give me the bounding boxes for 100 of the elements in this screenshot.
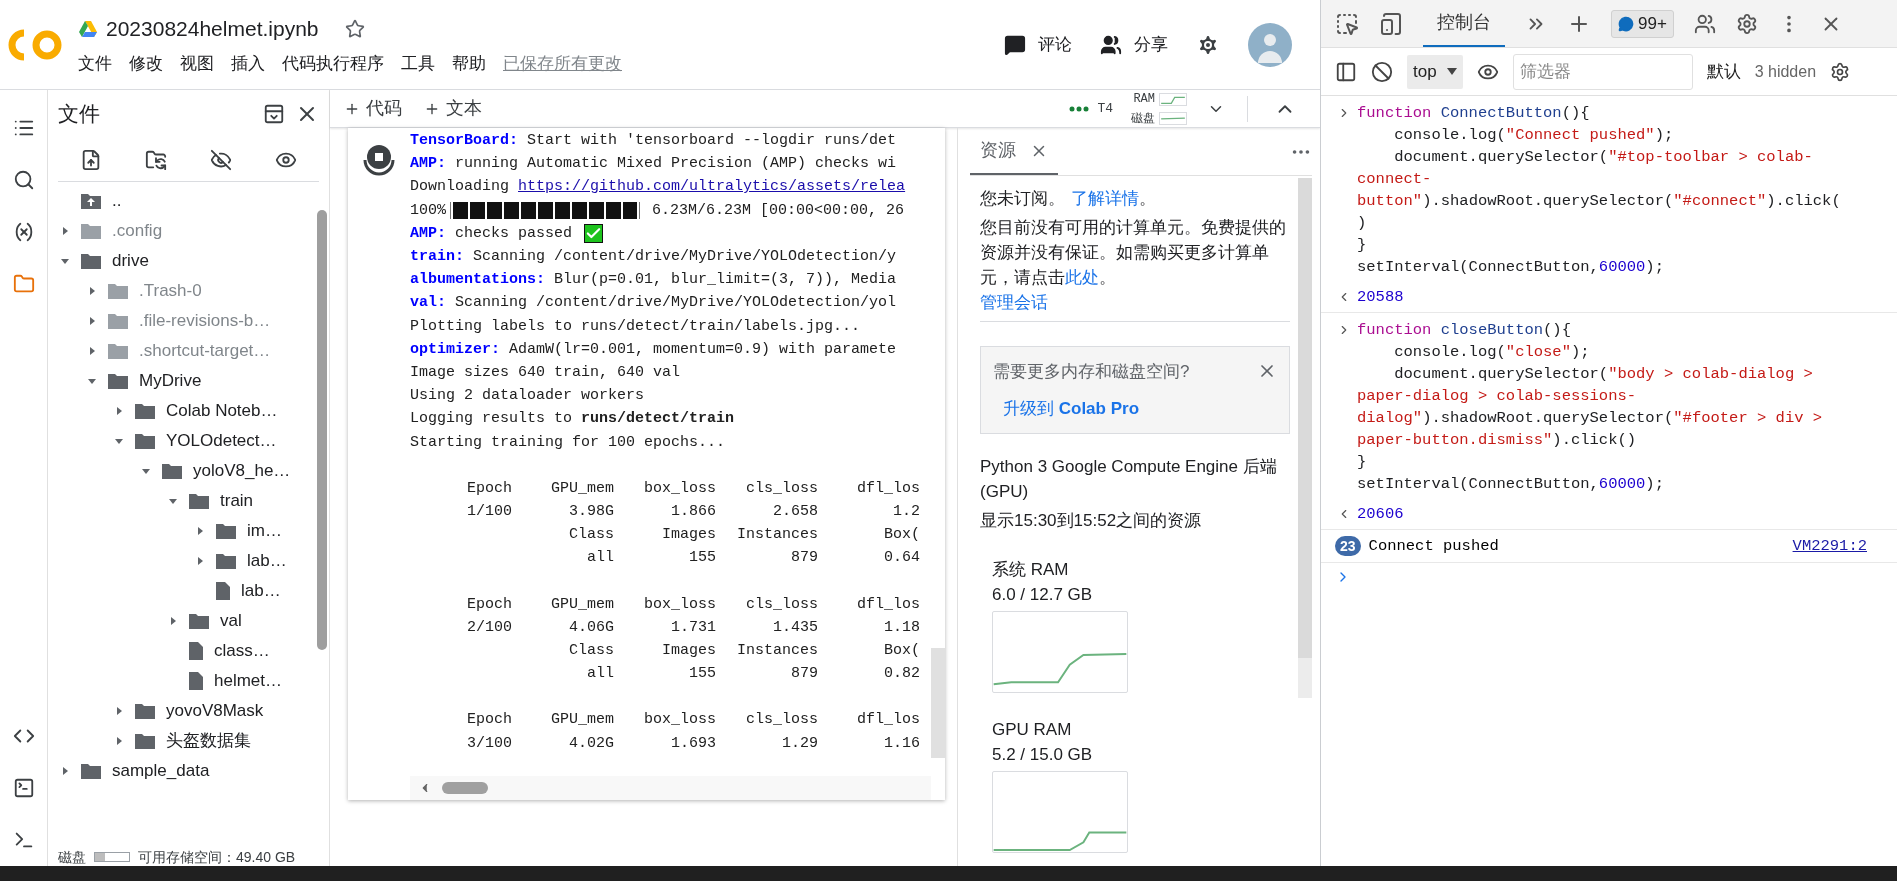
- add-code-button[interactable]: 代码: [344, 95, 402, 122]
- search-icon[interactable]: [12, 169, 35, 191]
- collapse-caret-icon[interactable]: [114, 436, 124, 446]
- file-tree-item[interactable]: drive: [112, 248, 149, 274]
- file-tree-item[interactable]: im…: [247, 518, 282, 544]
- inspect-icon[interactable]: [1335, 11, 1359, 36]
- vertical-scrollbar-thumb[interactable]: [931, 648, 945, 758]
- check-mark-icon: [584, 223, 604, 243]
- file-tree-item[interactable]: .config: [112, 218, 163, 244]
- save-status-link[interactable]: 已保存所有更改: [503, 50, 622, 76]
- share-button[interactable]: 分享: [1100, 31, 1168, 58]
- table-cell-text: all: [586, 664, 614, 685]
- expand-caret-icon[interactable]: [195, 526, 205, 536]
- here-link[interactable]: 此处: [1065, 268, 1099, 287]
- star-icon[interactable]: [344, 18, 365, 39]
- collapse-caret-icon[interactable]: [168, 496, 178, 506]
- learn-more-link[interactable]: 了解详情: [1071, 189, 1139, 208]
- file-tree-item[interactable]: yovoV8Mask: [166, 698, 264, 724]
- add-text-button[interactable]: 文本: [424, 95, 482, 122]
- repeat-count-badge: 23: [1335, 536, 1361, 556]
- upgrade-link[interactable]: 升级到 Colab Pro: [1003, 396, 1140, 421]
- issues-badge[interactable]: 99+: [1611, 9, 1674, 38]
- scrollbar-thumb[interactable]: [317, 210, 327, 650]
- file-tree-item[interactable]: .Trash-0: [139, 278, 202, 304]
- file-tree-item[interactable]: Colab Noteb…: [166, 398, 278, 424]
- message-icon: [1618, 15, 1634, 32]
- menu-item[interactable]: 修改: [129, 50, 163, 76]
- clear-console-icon[interactable]: [1371, 60, 1393, 83]
- download-link[interactable]: https://github.com/ultralytics/assets/relea: [518, 175, 906, 199]
- table-cell-text: cls_loss: [745, 594, 818, 615]
- manage-sessions-link[interactable]: 管理会话: [980, 290, 1290, 322]
- table-cell-text: 1.2: [892, 502, 920, 523]
- output-line: 100%: [410, 200, 446, 221]
- menu-item[interactable]: 代码执行程序: [282, 50, 384, 76]
- folder-icon: [80, 762, 102, 780]
- file-tree-item[interactable]: lab…: [247, 548, 287, 574]
- file-tree-item[interactable]: lab…: [241, 578, 281, 604]
- collapse-caret-icon[interactable]: [141, 466, 151, 476]
- file-tree-item[interactable]: sample_data: [112, 758, 210, 784]
- menu-item[interactable]: 帮助: [452, 50, 486, 76]
- menu-item[interactable]: 工具: [401, 50, 435, 76]
- source-link[interactable]: VM2291:2: [1792, 535, 1867, 557]
- collapse-caret-icon[interactable]: [60, 256, 70, 266]
- table-cell-text: Box(: [883, 525, 920, 546]
- settings-icon[interactable]: [1735, 12, 1758, 35]
- output-line: AMP: checks passed: [410, 223, 573, 244]
- expand-caret-icon[interactable]: [87, 286, 97, 296]
- file-tree-item[interactable]: yoloV8_he…: [193, 458, 291, 484]
- menu-item[interactable]: 文件: [78, 50, 112, 76]
- settings-icon[interactable]: [1830, 61, 1851, 82]
- file-tree-item[interactable]: MyDrive: [139, 368, 202, 394]
- table-cell-text: Epoch: [466, 594, 512, 615]
- file-tree-item[interactable]: class…: [214, 638, 270, 664]
- file-tree-item[interactable]: val: [220, 608, 242, 634]
- folder-icon: [215, 522, 237, 540]
- expand-caret-icon[interactable]: [114, 736, 124, 746]
- file-tree-item[interactable]: helmet…: [214, 668, 283, 694]
- subscription-text: 您未订阅。 了解详情。: [980, 188, 1157, 210]
- output-line: optimizer: AdamW(lr=0.001, momentum=0.9) with paramete: [410, 339, 898, 360]
- file-tree-item[interactable]: 头盔数据集: [166, 728, 251, 754]
- table-cell-text: 1.866: [670, 502, 716, 523]
- device-toolbar-icon[interactable]: [1379, 11, 1403, 36]
- horizontal-scrollbar-thumb[interactable]: [442, 782, 488, 794]
- file-tree-item[interactable]: ..: [112, 188, 122, 214]
- file-tree-item[interactable]: .shortcut-target…: [139, 338, 271, 364]
- menu-item[interactable]: 视图: [180, 50, 214, 76]
- expand-caret-icon[interactable]: [168, 616, 178, 626]
- refresh-folder-icon[interactable]: [144, 148, 167, 171]
- notebook-title[interactable]: 20230824helmet.ipynb: [106, 13, 319, 45]
- context-dropdown[interactable]: top: [1407, 54, 1463, 89]
- table-cell-text: Images: [661, 525, 716, 546]
- comment-button[interactable]: 评论: [1004, 31, 1072, 58]
- folder-icon: [107, 342, 129, 360]
- resources-tab[interactable]: 资源: [970, 128, 1058, 175]
- console-tab[interactable]: 控制台: [1423, 0, 1505, 47]
- expand-caret-icon[interactable]: [87, 316, 97, 326]
- expand-caret-icon[interactable]: [60, 766, 70, 776]
- expand-caret-icon[interactable]: [114, 706, 124, 716]
- file-tree-item[interactable]: .file-revisions-b…: [139, 308, 271, 334]
- file-tree-item[interactable]: YOLOdetect…: [166, 428, 277, 454]
- table-cell-text: box_loss: [643, 594, 716, 615]
- new-window-icon[interactable]: [263, 103, 285, 125]
- code-line: document.querySelector("#top-toolbar > colab-: [1393, 147, 1814, 168]
- feedback-icon[interactable]: [1693, 12, 1716, 35]
- sidebar-toggle-icon[interactable]: [1335, 60, 1357, 83]
- collapse-caret-icon[interactable]: [87, 376, 97, 386]
- expand-caret-icon[interactable]: [114, 406, 124, 416]
- file-tree-item[interactable]: train: [220, 488, 254, 514]
- expand-caret-icon[interactable]: [60, 226, 70, 236]
- table-cell-text: 155: [688, 548, 716, 569]
- code-line: setInterval(ConnectButton,60000);: [1357, 257, 1665, 278]
- scrollbar-thumb[interactable]: [1298, 178, 1312, 658]
- menu-item[interactable]: 插入: [231, 50, 265, 76]
- filter-field[interactable]: 筛选器: [1512, 53, 1693, 90]
- expand-caret-icon[interactable]: [87, 346, 97, 356]
- log-levels-dropdown[interactable]: 默认: [1706, 58, 1741, 85]
- folder-icon[interactable]: [12, 273, 35, 295]
- table-cell-text: 2.658: [772, 502, 818, 523]
- expand-caret-icon[interactable]: [195, 556, 205, 566]
- table-cell-text: Box(: [883, 641, 920, 662]
